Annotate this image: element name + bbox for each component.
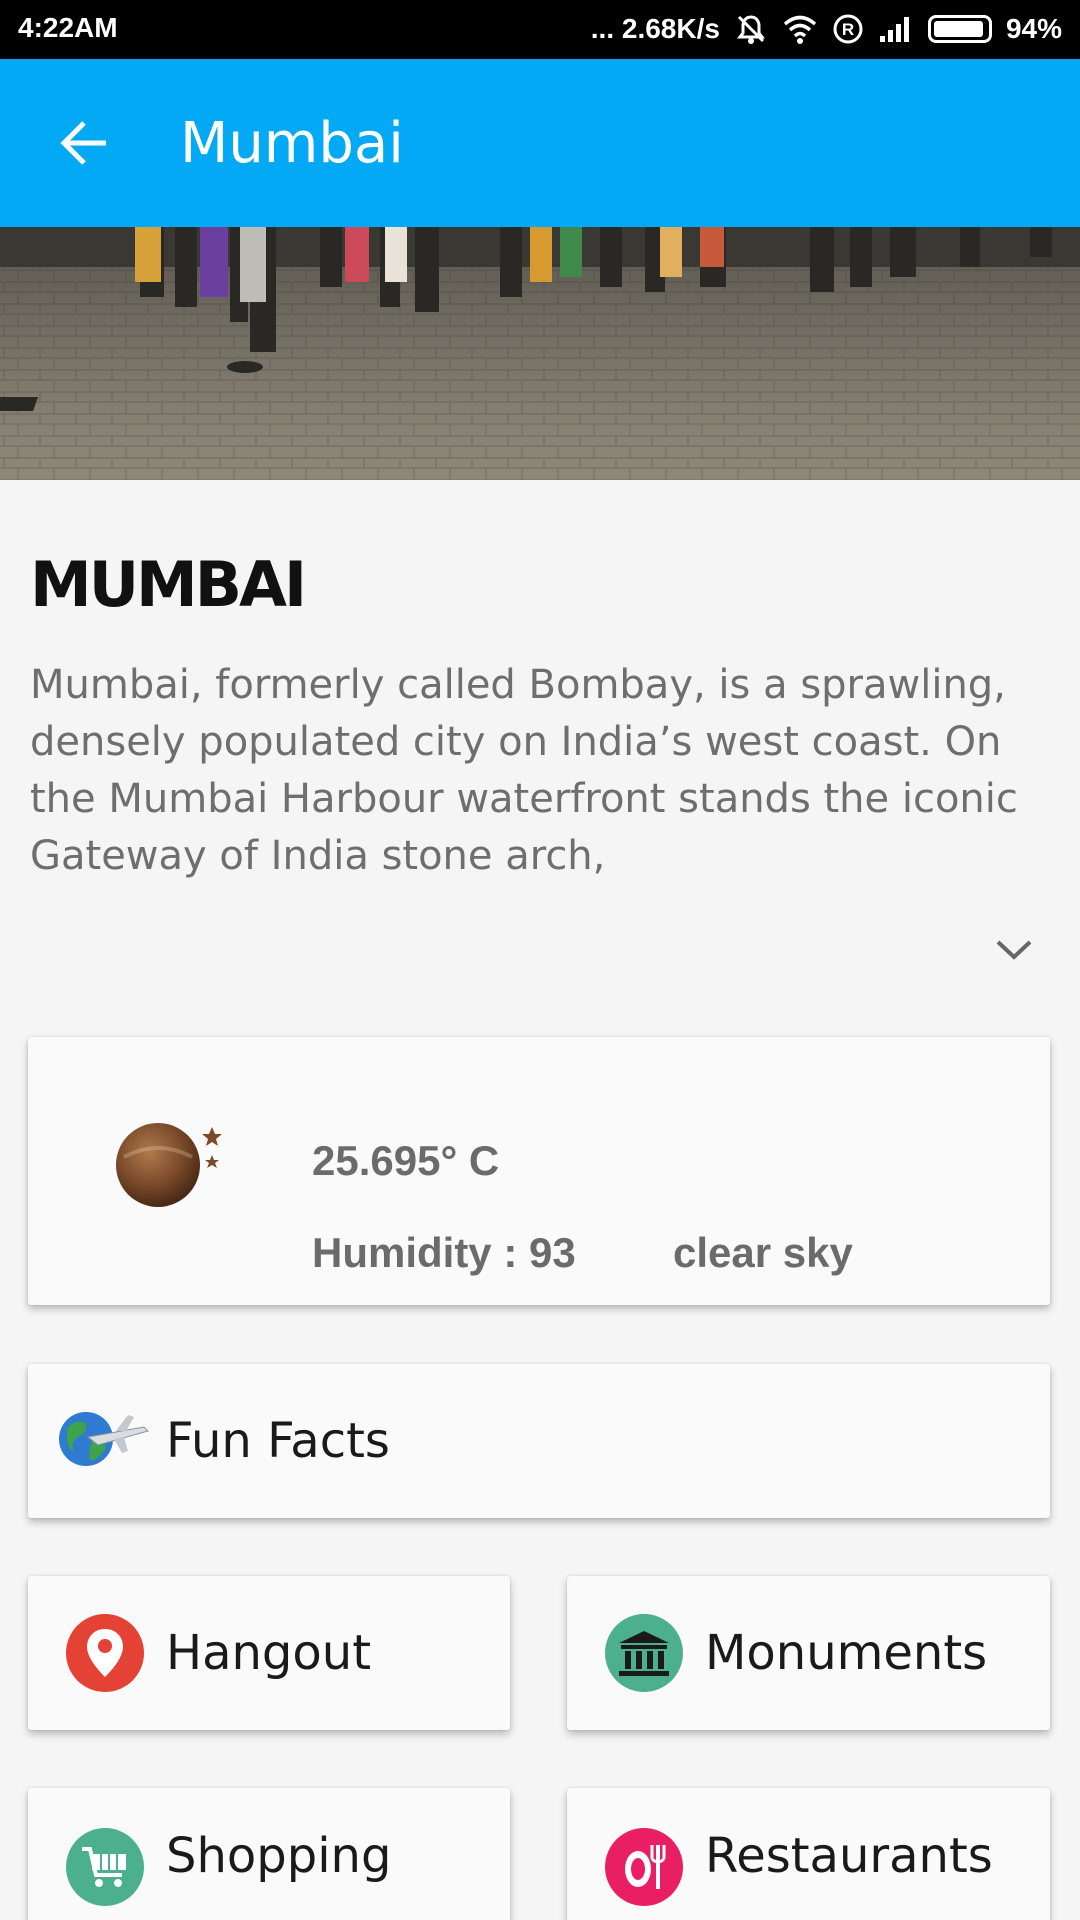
- hangout-label: Hangout: [166, 1625, 372, 1681]
- network-speed: ... 2.68K/s: [590, 13, 720, 44]
- hero-image: [0, 227, 1080, 480]
- globe-plane-icon: [58, 1409, 150, 1473]
- monuments-button[interactable]: Monuments: [567, 1576, 1050, 1730]
- arrow-back-icon: [60, 121, 106, 165]
- toolbar-title: Mumbai: [180, 111, 404, 176]
- signal-icon: [878, 14, 914, 44]
- fun-facts-label: Fun Facts: [166, 1413, 390, 1469]
- status-bar: 4:22AM ... 2.68K/s R 94%: [0, 0, 1080, 59]
- monuments-label: Monuments: [705, 1625, 988, 1681]
- humidity-text: Humidity : 93: [312, 1229, 576, 1276]
- mute-icon: [734, 12, 768, 46]
- expand-description-button[interactable]: [990, 930, 1038, 970]
- app-toolbar: Mumbai: [0, 59, 1080, 227]
- battery-percent: 94%: [1005, 13, 1062, 44]
- location-pin-icon: [66, 1614, 144, 1692]
- shopping-label: Shopping: [166, 1828, 392, 1884]
- roaming-icon: R: [832, 13, 864, 45]
- night-moon-icon: [114, 1117, 224, 1211]
- battery-icon: [927, 15, 992, 43]
- shopping-button[interactable]: Shopping: [28, 1788, 510, 1920]
- city-description: Mumbai, formerly called Bombay, is a spr…: [30, 662, 1018, 879]
- sky-condition-text: clear sky: [673, 1229, 853, 1276]
- weather-card: 25.695° C Humidity : 93 clear sky: [28, 1037, 1050, 1305]
- restaurants-label: Restaurants: [705, 1828, 993, 1884]
- fork-plate-icon: [605, 1828, 683, 1906]
- shopping-cart-icon: [66, 1828, 144, 1906]
- status-icons: ... 2.68K/s R 94%: [591, 12, 1062, 46]
- wifi-icon: [782, 14, 818, 44]
- status-time: 4:22AM: [18, 12, 118, 43]
- restaurants-button[interactable]: Restaurants: [567, 1788, 1050, 1920]
- city-heading: MUMBAI: [30, 548, 307, 621]
- chevron-down-icon: [996, 940, 1032, 960]
- fun-facts-button[interactable]: Fun Facts: [28, 1364, 1050, 1518]
- svg-text:R: R: [842, 20, 854, 39]
- back-button[interactable]: [44, 103, 124, 183]
- hangout-button[interactable]: Hangout: [28, 1576, 510, 1730]
- temperature-text: 25.695° C: [312, 1137, 500, 1184]
- museum-icon: [605, 1614, 683, 1692]
